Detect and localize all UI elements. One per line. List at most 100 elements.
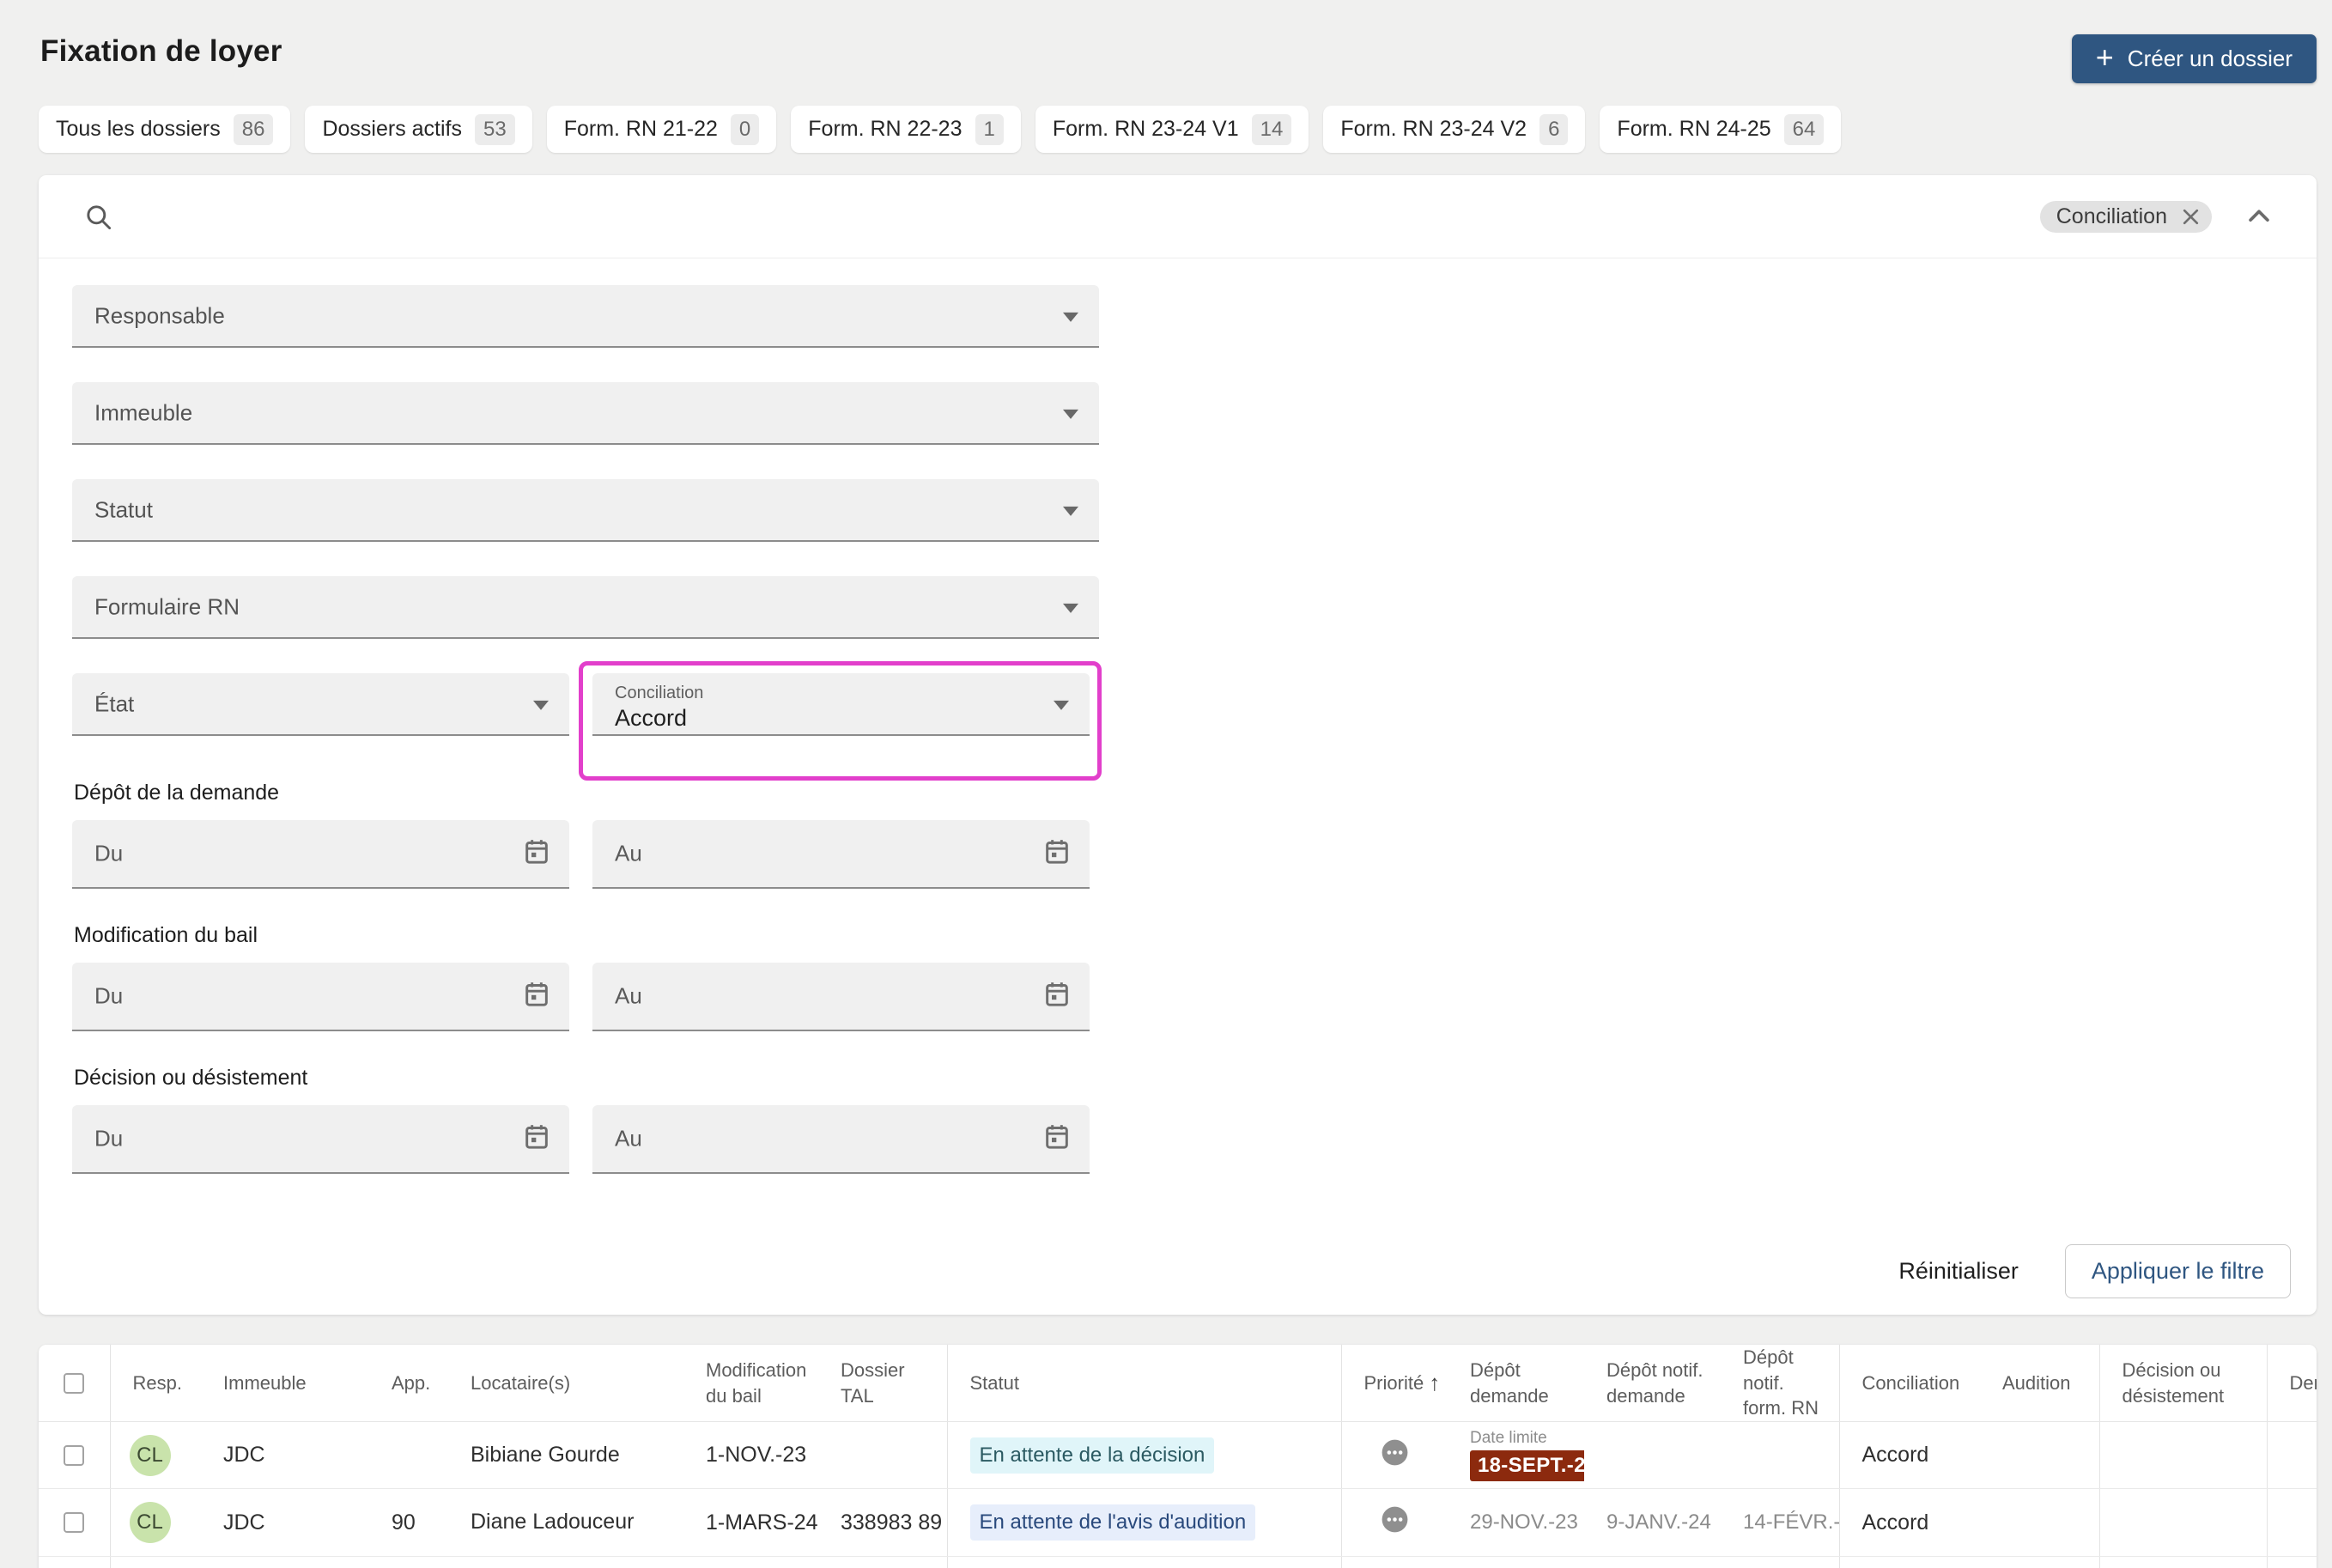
filter-body: Responsable Immeuble Statut Formulaire R… [39, 258, 2317, 1174]
table-header-row: Resp. Immeuble App. Locataire(s) Modific… [39, 1345, 2317, 1423]
depot-demande-du-input[interactable]: Du [72, 820, 569, 889]
modification-bail-du-input[interactable]: Du [72, 963, 569, 1031]
tab-label: Form. RN 24-25 [1617, 117, 1771, 141]
row-checkbox[interactable] [64, 1512, 85, 1534]
filter-footer: Réinitialiser Appliquer le filtre [39, 1184, 2317, 1315]
col-decision-desistement: Décision ou désistement [2099, 1345, 2268, 1423]
section-depot-demande-title: Dépôt de la demande [74, 781, 280, 805]
col-audition: Audition [1980, 1345, 2100, 1423]
cell-locataires: Gilbert GrandmaisonAnnette Corriveau [448, 1556, 683, 1568]
cell-immeuble: JDC [201, 1421, 369, 1490]
col-priorite[interactable]: Priorité ↑ [1341, 1345, 1448, 1423]
chevron-down-icon [533, 700, 549, 710]
cell-conciliation: Accord [1839, 1556, 1980, 1568]
dossiers-table: Resp. Immeuble App. Locataire(s) Modific… [39, 1345, 2317, 1568]
tab-label: Form. RN 23-24 V1 [1052, 117, 1239, 141]
cell-decision [2099, 1421, 2268, 1490]
apply-filter-button[interactable]: Appliquer le filtre [2064, 1244, 2291, 1298]
cell-immeuble: CDT [201, 1556, 369, 1568]
cell-dossier-tal: 338983 89 8... [818, 1488, 948, 1558]
statut-select[interactable]: Statut [72, 479, 1099, 542]
etat-label: État [94, 690, 135, 716]
calendar-icon[interactable] [523, 837, 550, 871]
table-row[interactable]: CL JDC 90 Diane Ladouceur 1-MARS-24 3389… [39, 1488, 2317, 1558]
modification-bail-au-input[interactable]: Au [592, 963, 1090, 1031]
cell-modification-bail: 1-NOV.-23 [683, 1421, 818, 1490]
conciliation-select[interactable]: Conciliation Accord [592, 673, 1090, 736]
calendar-icon[interactable] [1043, 980, 1071, 1013]
collapse-filters-button[interactable] [2244, 202, 2274, 231]
tab-form-rn-21-22[interactable]: Form. RN 21-22 0 [546, 106, 777, 153]
col-statut: Statut [947, 1345, 1342, 1423]
cell-audition [1980, 1488, 2100, 1558]
cell-derniere [2267, 1421, 2317, 1490]
search-input[interactable] [136, 203, 2040, 230]
create-dossier-button[interactable]: + Créer un dossier [2071, 34, 2317, 83]
tab-form-rn-22-23[interactable]: Form. RN 22-23 1 [791, 106, 1021, 153]
col-derniere: Der [2267, 1345, 2317, 1423]
calendar-icon[interactable] [1043, 837, 1071, 871]
table-row[interactable]: CL JDC Bibiane Gourde 1-NOV.-23 En atten… [39, 1421, 2317, 1490]
reset-button[interactable]: Réinitialiser [1886, 1249, 2031, 1293]
calendar-icon[interactable] [523, 1122, 550, 1156]
etat-select[interactable]: État [72, 673, 569, 736]
avatar: CL [129, 1502, 171, 1544]
tab-label: Form. RN 21-22 [563, 117, 718, 141]
col-depot-notif-demande: Dépôt notif. demande [1584, 1345, 1721, 1423]
row-checkbox[interactable] [64, 1444, 85, 1466]
tab-count-badge: 6 [1539, 113, 1569, 145]
tab-form-rn-23-24-v1[interactable]: Form. RN 23-24 V1 14 [1035, 106, 1309, 153]
cell-depot-demande: 29-NOV.-23 [1448, 1488, 1584, 1558]
chevron-down-icon [1063, 506, 1078, 516]
page: Fixation de loyer + Créer un dossier Tou… [0, 0, 2332, 1568]
decision-du-input[interactable]: Du [72, 1105, 569, 1174]
cell-depot-notif-form-rn [1721, 1421, 1840, 1490]
col-locataires: Locataire(s) [448, 1345, 683, 1423]
tab-label: Form. RN 23-24 V2 [1340, 117, 1527, 141]
tab-count-badge: 1 [975, 113, 1004, 145]
tab-form-rn-23-24-v2[interactable]: Form. RN 23-24 V2 6 [1323, 106, 1586, 153]
cell-depot-notif-demande [1584, 1421, 1721, 1490]
statut-label: Statut [94, 496, 153, 522]
calendar-icon[interactable] [1043, 1122, 1071, 1156]
table-row[interactable]: CL CDT 211 Gilbert GrandmaisonAnnette Co… [39, 1556, 2317, 1568]
filter-panel: Conciliation Responsable Immeuble Statut… [39, 175, 2317, 1315]
cell-conciliation: Accord [1839, 1488, 1980, 1558]
tab-form-rn-24-25[interactable]: Form. RN 24-25 64 [1600, 106, 1842, 153]
cell-app [369, 1421, 448, 1490]
plus-icon: + [2095, 40, 2114, 75]
cell-locataires: Bibiane Gourde [448, 1421, 683, 1490]
du-label: Du [94, 840, 124, 866]
cell-conciliation: Accord [1839, 1421, 1980, 1490]
cell-app: 211 [369, 1556, 448, 1568]
cell-depot-notif-form-rn: 14-FÉVR.-24 [1721, 1488, 1840, 1558]
page-title: Fixation de loyer [40, 34, 282, 68]
cell-depot-demande: 15-JUIN-23 [1448, 1556, 1584, 1568]
tab-dossiers-actifs[interactable]: Dossiers actifs 53 [305, 106, 532, 153]
date-limite-label: Date limite [1470, 1429, 1547, 1448]
responsable-select[interactable]: Responsable [72, 285, 1099, 348]
chevron-down-icon [1063, 603, 1078, 613]
du-label: Du [94, 982, 124, 1009]
search-row: Conciliation [39, 175, 2317, 258]
tab-label: Tous les dossiers [56, 117, 221, 141]
depot-demande-au-input[interactable]: Au [592, 820, 1090, 889]
cell-locataires: Diane Ladouceur [448, 1488, 683, 1558]
col-resp: Resp. [110, 1345, 201, 1423]
tab-count-badge: 53 [475, 113, 515, 145]
immeuble-select[interactable]: Immeuble [72, 382, 1099, 445]
decision-au-input[interactable]: Au [592, 1105, 1090, 1174]
section-decision-desistement-title: Décision ou désistement [74, 1066, 308, 1090]
close-icon[interactable] [2179, 205, 2202, 228]
tab-tous-les-dossiers[interactable]: Tous les dossiers 86 [39, 106, 291, 153]
cell-derniere [2267, 1488, 2317, 1558]
formulaire-rn-select[interactable]: Formulaire RN [72, 576, 1099, 639]
col-depot-demande: Dépôt demande [1448, 1345, 1584, 1423]
active-filter-chip-conciliation[interactable]: Conciliation [2039, 200, 2212, 233]
immeuble-label: Immeuble [94, 399, 193, 425]
chevron-down-icon [1063, 409, 1078, 419]
select-all-checkbox[interactable] [64, 1372, 85, 1394]
col-conciliation: Conciliation [1839, 1345, 1980, 1423]
col-dossier-tal: Dossier TAL [818, 1345, 948, 1423]
calendar-icon[interactable] [523, 980, 550, 1013]
